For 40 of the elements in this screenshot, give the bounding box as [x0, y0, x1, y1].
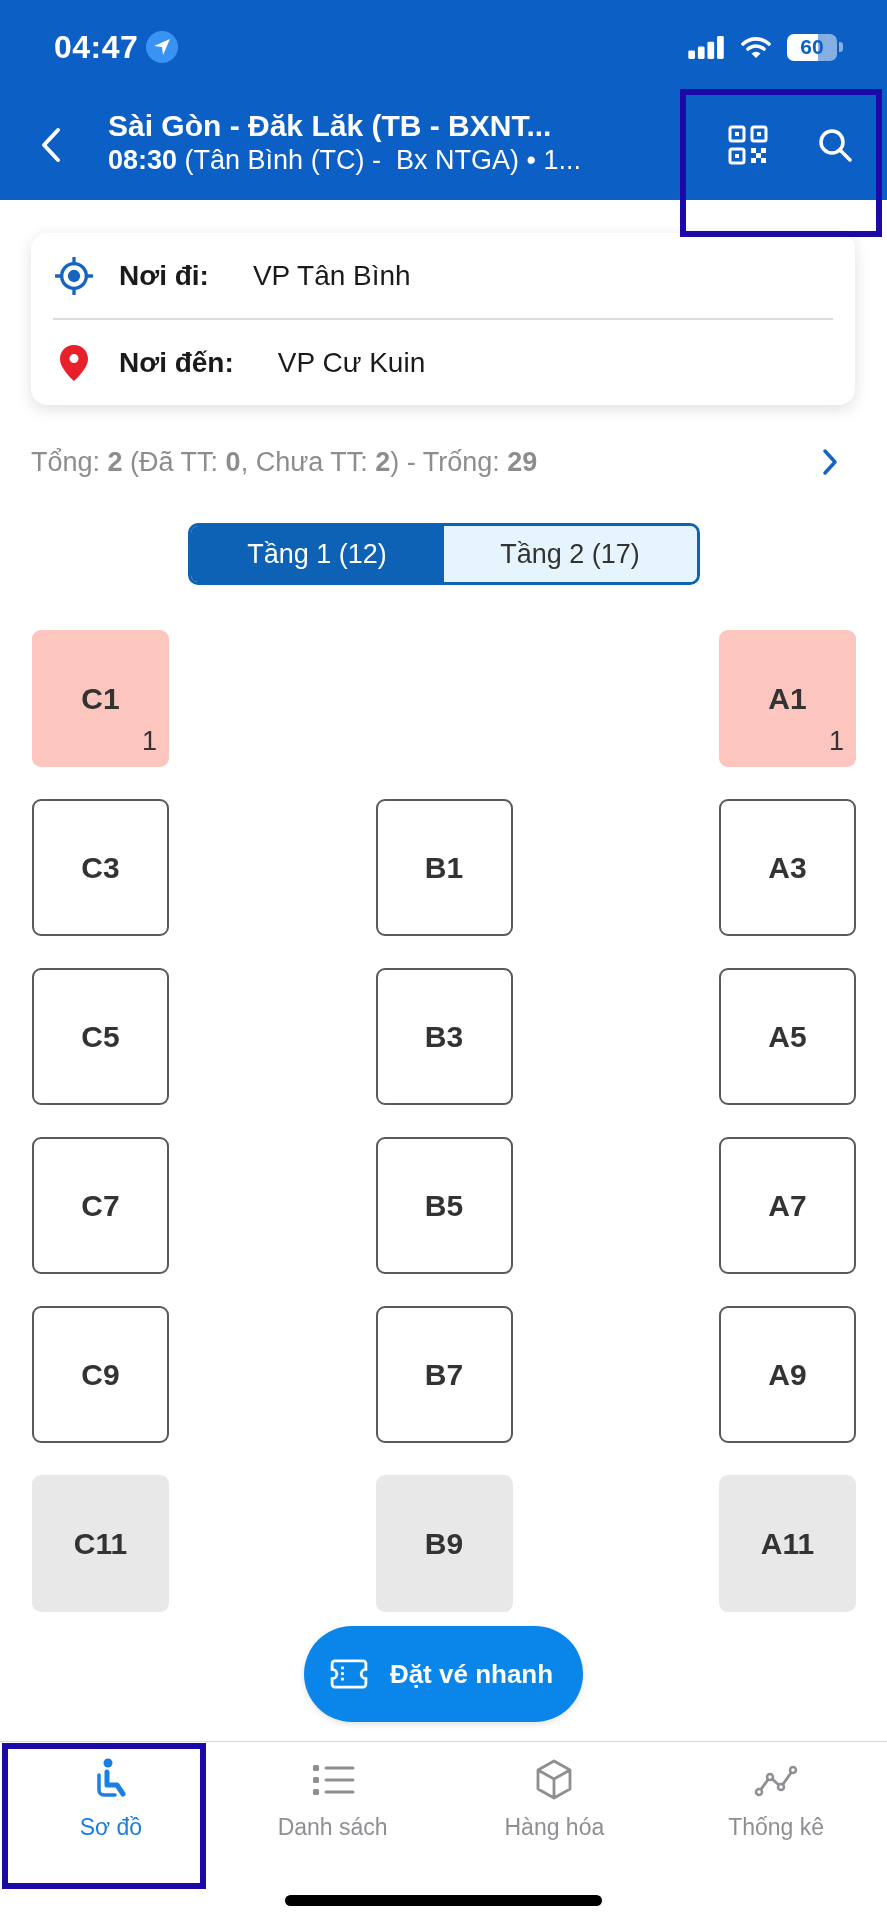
field-label: Nơi đến:	[119, 346, 234, 379]
quick-book-button[interactable]: Đặt vé nhanh	[303, 1626, 584, 1722]
map-pin-icon	[60, 344, 88, 381]
back-chevron-icon	[40, 127, 62, 163]
seat[interactable]: B1	[375, 799, 513, 936]
chevron-right-icon[interactable]	[822, 448, 838, 476]
seat[interactable]: A1 1	[719, 630, 856, 767]
field-value: VP Cư Kuin	[277, 346, 426, 379]
seat[interactable]: A5	[719, 968, 856, 1105]
seat[interactable]: B5	[375, 1137, 513, 1274]
seat[interactable]: C9	[32, 1306, 169, 1443]
wifi-icon	[740, 35, 772, 59]
seat[interactable]: B3	[375, 968, 513, 1105]
seat[interactable]: C11	[32, 1475, 169, 1612]
seat[interactable]: C5	[32, 968, 169, 1105]
seat[interactable]: A11	[719, 1475, 856, 1612]
field-label: Nơi đi:	[119, 259, 209, 292]
ticket-summary: Tổng: 2 (Đã TT: 0, Chưa TT: 2) - Trống: 29	[31, 446, 538, 478]
seat[interactable]: A7	[719, 1137, 856, 1274]
battery-indicator: 60	[787, 33, 843, 61]
trip-title: Sài Gòn - Đăk Lăk (TB - BXNT...	[108, 108, 553, 143]
status-time: 04:47	[54, 28, 139, 66]
target-icon	[55, 256, 93, 295]
seat-ticket-count: 1	[828, 726, 844, 757]
seat[interactable]: A3	[719, 799, 856, 936]
nav-tab[interactable]: Sơ đồ	[0, 1742, 222, 1920]
seat[interactable]: C3	[32, 799, 169, 936]
seat[interactable]: C1 1	[32, 630, 169, 767]
seat[interactable]: A9	[719, 1306, 856, 1443]
seat[interactable]: B7	[375, 1306, 513, 1443]
qr-code-icon	[728, 125, 768, 165]
seat[interactable]: C7	[32, 1137, 169, 1274]
seat-ticket-count: 1	[141, 726, 157, 757]
floor-tab[interactable]: Tầng 1 (12)	[190, 526, 444, 582]
field-value: VP Tân Bình	[252, 259, 411, 292]
signal-icon	[688, 35, 725, 59]
seat[interactable]: B9	[375, 1475, 513, 1612]
trip-subtitle: 08:30 (Tân Bình (TC) - Bx NTGA) • 1...	[108, 144, 583, 176]
ticket-icon	[329, 1659, 368, 1689]
search-icon	[817, 127, 853, 163]
